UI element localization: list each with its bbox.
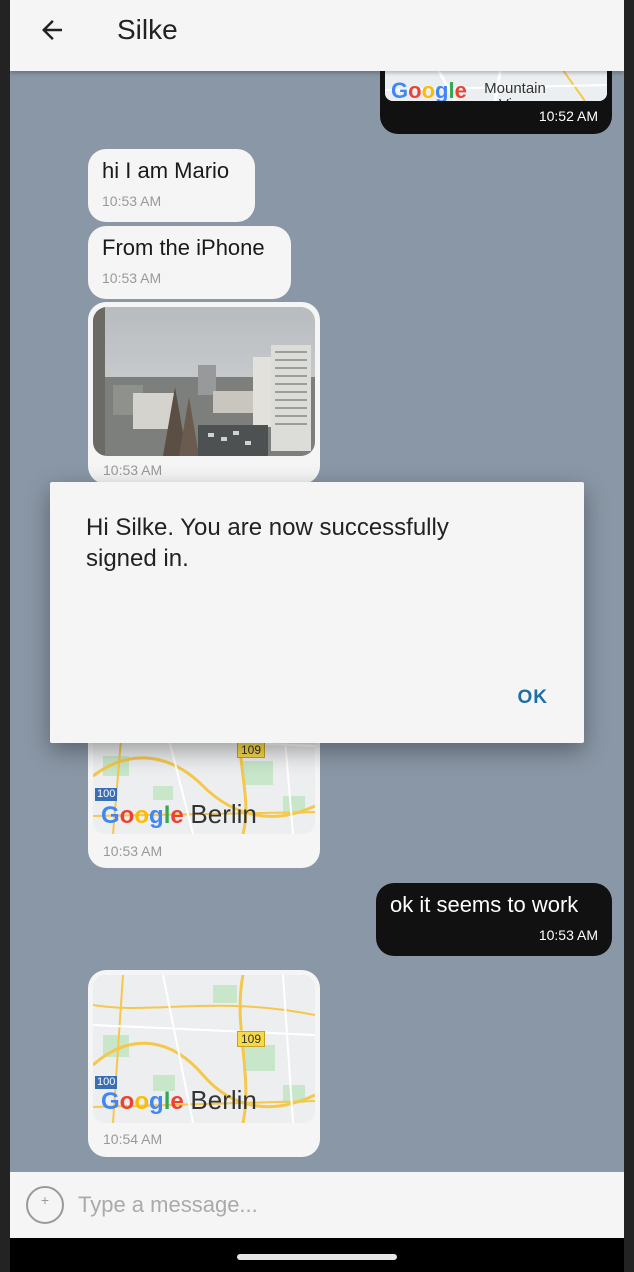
add-attachment-button[interactable]: + — [26, 1186, 64, 1224]
message-time: 10:54 AM — [103, 1131, 163, 1147]
map-label: Google Berlin — [101, 799, 257, 829]
outgoing-text-message[interactable]: ok it seems to work 10:53 AM — [376, 883, 612, 956]
map-place-label: Berlin — [190, 799, 257, 829]
plus-icon: + — [40, 1192, 50, 1208]
message-text: From the iPhone — [102, 235, 265, 260]
device-frame-right — [624, 0, 634, 1272]
incoming-text-message[interactable]: hi I am Mario 10:53 AM — [88, 149, 255, 222]
home-indicator[interactable] — [237, 1254, 397, 1260]
city-photo-image — [93, 307, 315, 456]
incoming-map-message[interactable]: 109 100 Google Berlin 10:54 AM — [88, 970, 320, 1157]
message-text: ok it seems to work — [390, 892, 579, 917]
chat-title: Silke — [117, 14, 178, 45]
map-thumbnail-berlin[interactable]: 109 100 Google Berlin — [93, 975, 315, 1123]
google-logo: Google — [391, 78, 467, 102]
dialog-message: Hi Silke. You are now successfully signe… — [86, 514, 449, 572]
chat-screen: Silke Google Mountain View 10:52 AM hi I… — [10, 0, 624, 1272]
incoming-text-message[interactable]: From the iPhone 10:53 AM — [88, 226, 291, 299]
signin-success-dialog: Hi Silke. You are now successfully signe… — [50, 482, 584, 743]
incoming-photo-message[interactable]: 10:53 AM — [88, 302, 320, 484]
system-navigation-bar — [10, 1238, 624, 1272]
message-time: 10:53 AM — [102, 193, 162, 209]
message-time: 10:53 AM — [103, 462, 163, 478]
dialog-ok-button[interactable]: OK — [518, 687, 549, 709]
back-button[interactable] — [32, 14, 72, 46]
map-place-label: Mountain View — [484, 80, 546, 102]
message-time: 10:53 AM — [102, 270, 162, 286]
arrow-left-icon — [42, 20, 62, 40]
map-label: Google Berlin — [101, 1085, 257, 1115]
message-time: 10:53 AM — [538, 927, 598, 943]
device-frame-left — [0, 0, 10, 1272]
message-input[interactable] — [78, 1184, 598, 1226]
message-composer: + — [10, 1172, 624, 1238]
map-place-label: Berlin — [190, 1085, 257, 1115]
app-bar: Silke — [10, 0, 624, 71]
road-badge: 109 — [237, 742, 266, 758]
message-time: 10:53 AM — [103, 843, 163, 859]
message-text: hi I am Mario — [102, 158, 230, 183]
road-badge: 109 — [237, 1031, 266, 1047]
message-time: 10:52 AM — [538, 108, 598, 124]
city-photo[interactable] — [93, 307, 315, 456]
